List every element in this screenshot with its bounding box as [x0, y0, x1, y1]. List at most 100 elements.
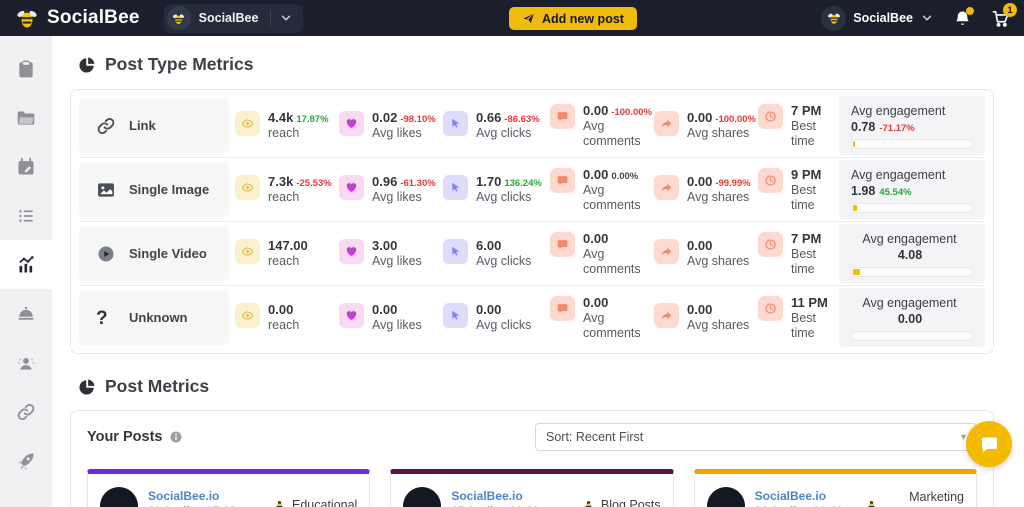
sidebar-item-link[interactable]: [0, 387, 52, 436]
sidebar-item-concierge[interactable]: [0, 289, 52, 338]
clicks-icon: [443, 239, 468, 264]
post-account-link[interactable]: SocialBee.io: [755, 489, 843, 503]
workspace-selector[interactable]: SocialBee: [164, 4, 304, 33]
post-type-name: Single Image: [129, 182, 209, 197]
engagement-bar-fill: [853, 205, 857, 211]
likes-icon: [339, 175, 364, 200]
section-title: Post Metrics: [105, 376, 209, 397]
metric-percent: 0.00%: [611, 171, 638, 182]
metric-label: Avg shares: [687, 318, 749, 333]
metric-value: 0.96: [372, 174, 397, 189]
engagement-value: 0.78: [851, 120, 875, 134]
workspace-avatar: [167, 6, 191, 30]
post-card[interactable]: SocialBee.io 06 April at 17:03 Education…: [87, 469, 370, 507]
metric-percent: -25.53%: [296, 178, 331, 189]
metric-label: Best time: [791, 247, 839, 277]
metric-label: Avg comments: [583, 247, 654, 277]
link-icon: [16, 402, 36, 422]
metric-cell: 0.000.00% Avg comments: [550, 167, 654, 213]
post-type-row: Single Image 7.3k-25.53% reach 0.96-61.3…: [79, 157, 985, 221]
info-icon[interactable]: [169, 430, 183, 444]
notifications-button[interactable]: [953, 9, 972, 28]
bee-icon: [272, 499, 287, 507]
sort-select[interactable]: Sort: Recent First ▾: [535, 423, 977, 451]
post-type-name: Link: [129, 118, 156, 133]
bee-icon: [864, 499, 879, 507]
pie-chart-icon: [78, 378, 96, 396]
metric-label: reach: [268, 254, 308, 269]
metric-cell: 3.00 Avg likes: [339, 238, 443, 269]
metric-label: Avg shares: [687, 254, 749, 269]
metric-label: reach: [268, 126, 329, 141]
metric-value: 1.70: [476, 174, 501, 189]
metric-label: Avg clicks: [476, 318, 531, 333]
sidebar-item-rocket[interactable]: [0, 436, 52, 485]
video-icon: [96, 244, 116, 264]
comments-icon: [550, 104, 575, 129]
clicks-icon: [443, 175, 468, 200]
folder-icon: [16, 108, 36, 128]
post-type-cell: Single Image: [79, 162, 229, 217]
sidebar: [0, 36, 52, 507]
notification-dot: [966, 7, 974, 15]
metric-cell: 0.00 reach: [235, 302, 339, 333]
metric-percent: -86.63%: [504, 114, 539, 125]
sidebar-item-clipboard[interactable]: [0, 44, 52, 93]
post-type-row: ? Unknown 0.00 reach 0.00 Avg likes 0.00…: [79, 285, 985, 349]
engagement-bar-fill: [853, 141, 855, 147]
clicks-icon: [443, 111, 468, 136]
comments-icon: [550, 168, 575, 193]
metric-percent: -100.00%: [715, 114, 756, 125]
brand-name: SocialBee: [47, 7, 140, 29]
sidebar-item-audience[interactable]: [0, 338, 52, 387]
engagement-bar: [851, 331, 973, 341]
post-category-label: Marketing News: [884, 490, 964, 507]
metric-cell: 0.96-61.30% Avg likes: [339, 174, 443, 205]
sidebar-item-analytics[interactable]: [0, 240, 52, 289]
chat-widget-button[interactable]: [966, 421, 1012, 467]
likes-icon: [339, 111, 364, 136]
account-menu[interactable]: SocialBee: [821, 6, 934, 31]
cart-button[interactable]: 1: [991, 9, 1010, 28]
metric-cell: 0.00 Avg clicks: [443, 302, 550, 333]
post-card[interactable]: SocialBee.io 05 April at 20:29 Blog Post…: [390, 469, 673, 507]
engagement-percent: -71.17%: [879, 123, 914, 134]
sidebar-item-calendar[interactable]: [0, 142, 52, 191]
add-new-post-button[interactable]: Add new post: [509, 7, 637, 30]
engagement-label: Avg engagement: [851, 168, 973, 182]
post-account-link[interactable]: SocialBee.io: [148, 489, 236, 503]
metric-label: Avg clicks: [476, 190, 542, 205]
clicks-icon: [443, 303, 468, 328]
metric-value: 0.00: [476, 302, 501, 317]
avg-engagement-cell: Avg engagement 0.78-71.17%: [839, 96, 985, 155]
engagement-value: 4.08: [898, 248, 922, 262]
post-card[interactable]: SocialBee.io 04 April at 20:49 Marketing…: [694, 469, 977, 507]
avg-engagement-cell: Avg engagement 0.00: [839, 288, 985, 347]
metric-label: Avg comments: [583, 119, 654, 149]
metric-cell: 0.00-100.00% Avg shares: [654, 110, 758, 141]
engagement-percent: 45.54%: [879, 187, 911, 198]
likes-icon: [339, 303, 364, 328]
post-account-link[interactable]: SocialBee.io: [451, 489, 539, 503]
reach-icon: [235, 111, 260, 136]
metric-cell: 7 PM Best time: [758, 103, 839, 149]
metric-cell: 0.00 Avg comments: [550, 295, 654, 341]
metric-value: 0.00: [687, 302, 712, 317]
metric-label: reach: [268, 318, 299, 333]
metric-value: 0.00: [687, 238, 712, 253]
metrics-cells: 7.3k-25.53% reach 0.96-61.30% Avg likes …: [229, 158, 839, 221]
metric-cell: 0.00 Avg shares: [654, 238, 758, 269]
brand-logo[interactable]: SocialBee: [14, 5, 140, 31]
metric-cell: 0.02-98.10% Avg likes: [339, 110, 443, 141]
metric-value: 4.4k: [268, 110, 293, 125]
sort-value: Sort: Recent First: [546, 430, 643, 444]
metric-value: 9 PM: [791, 167, 821, 182]
sidebar-item-folder[interactable]: [0, 93, 52, 142]
chevron-down-icon: [920, 11, 934, 25]
post-avatar: [707, 487, 745, 507]
account-name: SocialBee: [853, 11, 913, 25]
metric-label: Best time: [791, 311, 839, 341]
post-type-table-body: Link 4.4k17.87% reach 0.02-98.10% Avg li…: [79, 94, 985, 349]
metric-value: 0.66: [476, 110, 501, 125]
sidebar-item-list[interactable]: [0, 191, 52, 240]
